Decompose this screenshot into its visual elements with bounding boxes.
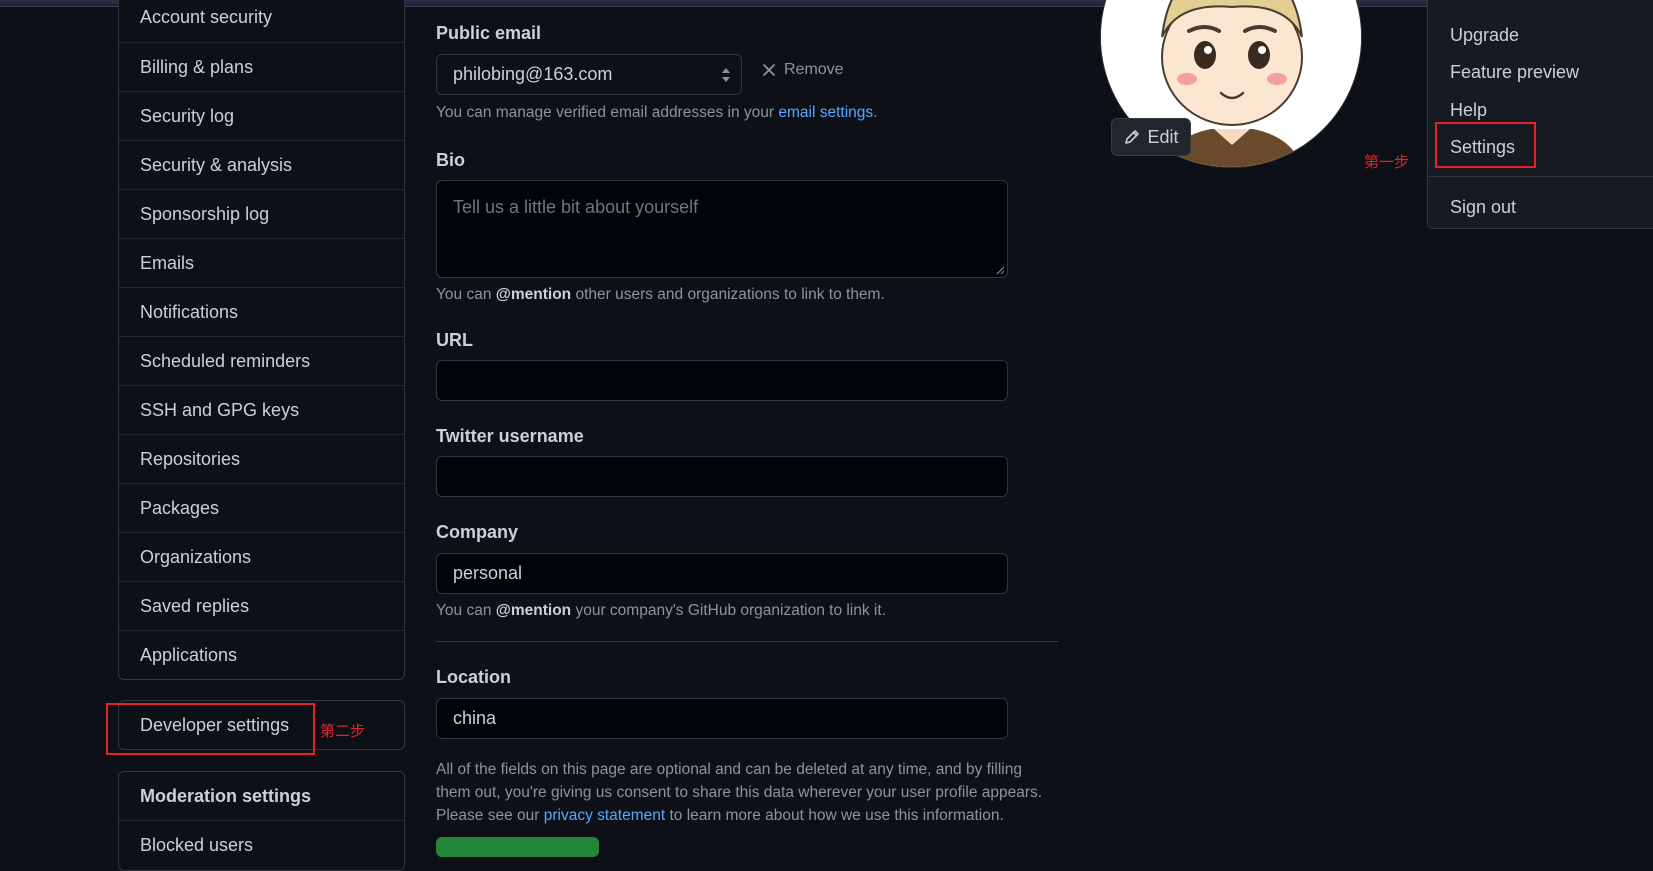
sidebar-item-notifications[interactable]: Notifications xyxy=(119,287,404,336)
note-text: . xyxy=(873,104,878,121)
sidebar-item-organizations[interactable]: Organizations xyxy=(119,532,404,581)
annotation-box-step1 xyxy=(1435,122,1536,168)
sidebar-item-account-security[interactable]: Account security xyxy=(119,0,404,42)
bio-label: Bio xyxy=(436,150,465,170)
moderation-settings-section: Moderation settings Blocked users xyxy=(118,771,405,871)
annotation-box-step2 xyxy=(106,703,315,755)
sidebar-item-sponsorship-log[interactable]: Sponsorship log xyxy=(119,189,404,238)
sidebar-item-label: Organizations xyxy=(140,546,252,567)
moderation-heading: Moderation settings xyxy=(119,772,404,821)
bio-note: You can @mention other users and organiz… xyxy=(436,286,885,304)
edit-avatar-button[interactable]: Edit xyxy=(1111,118,1191,156)
sidebar-item-billing[interactable]: Billing & plans xyxy=(119,42,404,91)
public-email-note: You can manage verified email addresses … xyxy=(436,104,877,122)
menu-divider xyxy=(1428,176,1653,177)
url-label: URL xyxy=(436,330,473,350)
sidebar-item-security-analysis[interactable]: Security & analysis xyxy=(119,140,404,189)
email-settings-link[interactable]: email settings xyxy=(778,104,873,121)
sidebar-item-label: Applications xyxy=(140,644,238,665)
close-icon xyxy=(763,64,775,76)
sidebar-item-blocked-users[interactable]: Blocked users xyxy=(119,821,404,870)
update-profile-button[interactable] xyxy=(436,837,599,857)
edit-label: Edit xyxy=(1147,126,1179,147)
sidebar-item-label: Sponsorship log xyxy=(140,203,270,224)
public-email-value: philobing@163.com xyxy=(453,64,613,84)
company-label: Company xyxy=(436,522,519,542)
mention-text: @mention xyxy=(495,286,572,303)
select-arrows-icon xyxy=(722,68,730,82)
annotation-step1: 第一步 xyxy=(1364,153,1410,171)
note-text: other users and organizations to link to… xyxy=(571,286,885,303)
footer-text-span: to learn more about how we use this info… xyxy=(665,807,1004,824)
sidebar-item-security-log[interactable]: Security log xyxy=(119,91,404,140)
sidebar-item-applications[interactable]: Applications xyxy=(119,630,404,679)
mention-text: @mention xyxy=(495,602,572,619)
sidebar-item-label: Account security xyxy=(140,7,273,27)
sidebar-item-label: Blocked users xyxy=(140,835,254,855)
sidebar-item-label: SSH and GPG keys xyxy=(140,399,300,420)
sidebar-item-label: Billing & plans xyxy=(140,56,254,77)
section-divider xyxy=(436,641,1059,642)
note-text: You can manage verified email addresses … xyxy=(436,104,779,121)
settings-sidebar: Account security Billing & plans Securit… xyxy=(118,0,405,680)
sidebar-item-label: Packages xyxy=(140,497,220,518)
sidebar-item-label: Saved replies xyxy=(140,595,250,616)
menu-item-feature-preview[interactable]: Feature preview xyxy=(1450,62,1579,83)
bio-placeholder: Tell us a little bit about yourself xyxy=(453,197,699,217)
pencil-icon xyxy=(1125,130,1140,144)
sidebar-item-label: Emails xyxy=(140,252,195,273)
note-text: You can xyxy=(436,602,496,619)
sidebar-item-emails[interactable]: Emails xyxy=(119,238,404,287)
note-text: You can xyxy=(436,286,496,303)
url-input[interactable] xyxy=(436,360,1008,401)
footer-line: Please see our privacy statement to lear… xyxy=(436,804,1056,827)
footer-line: them out, you're giving us consent to sh… xyxy=(436,784,1043,801)
sidebar-item-label: Notifications xyxy=(140,301,239,322)
company-note: You can @mention your company's GitHub o… xyxy=(436,602,886,620)
company-value: personal xyxy=(453,563,523,583)
location-input[interactable]: china xyxy=(436,698,1008,739)
sidebar-item-saved-replies[interactable]: Saved replies xyxy=(119,581,404,630)
twitter-input[interactable] xyxy=(436,456,1008,497)
company-input[interactable]: personal xyxy=(436,553,1008,594)
remove-label: Remove xyxy=(784,61,844,78)
sidebar-item-scheduled-reminders[interactable]: Scheduled reminders xyxy=(119,336,404,385)
privacy-statement-link[interactable]: privacy statement xyxy=(544,807,665,824)
menu-item-help[interactable]: Help xyxy=(1450,100,1487,121)
bio-textarea[interactable]: Tell us a little bit about yourself xyxy=(436,180,1008,278)
footer-line: All of the fields on this page are optio… xyxy=(436,761,1022,778)
sidebar-item-label: Scheduled reminders xyxy=(140,350,311,371)
public-email-label: Public email xyxy=(436,23,542,43)
twitter-label: Twitter username xyxy=(436,426,584,446)
privacy-footer: All of the fields on this page are optio… xyxy=(436,758,1056,827)
user-dropdown-menu: Upgrade Feature preview Help Settings Si… xyxy=(1427,0,1653,229)
sidebar-item-label: Security & analysis xyxy=(140,154,293,175)
public-email-select[interactable]: philobing@163.com xyxy=(436,54,742,95)
note-text: your company's GitHub organization to li… xyxy=(571,602,886,619)
sidebar-item-packages[interactable]: Packages xyxy=(119,483,404,532)
resize-handle-icon[interactable] xyxy=(995,265,1005,275)
sidebar-item-label: Repositories xyxy=(140,448,241,469)
annotation-step2: 第二步 xyxy=(320,722,366,740)
location-value: china xyxy=(453,708,497,728)
sidebar-item-ssh-gpg-keys[interactable]: SSH and GPG keys xyxy=(119,385,404,434)
remove-email-button[interactable]: Remove xyxy=(762,61,844,79)
location-label: Location xyxy=(436,667,511,687)
menu-item-upgrade[interactable]: Upgrade xyxy=(1450,25,1519,46)
sidebar-item-repositories[interactable]: Repositories xyxy=(119,434,404,483)
sidebar-item-label: Security log xyxy=(140,105,235,126)
footer-text-span: Please see our xyxy=(436,807,544,824)
menu-item-sign-out[interactable]: Sign out xyxy=(1450,197,1516,218)
